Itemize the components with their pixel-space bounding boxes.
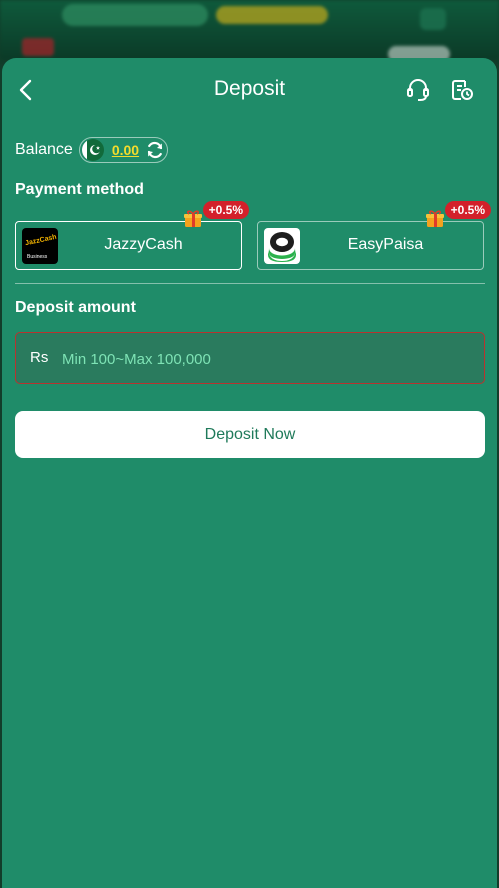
jazzcash-logo: JazzCash Business [22, 228, 58, 264]
bonus-badge: +0.5% [444, 201, 491, 219]
payment-method-name: JazzyCash [104, 236, 183, 253]
currency-label: Rs [30, 349, 49, 366]
deposit-history-button[interactable] [449, 77, 475, 103]
gift-icon [184, 210, 202, 227]
background-app-header [0, 0, 499, 62]
sheet-header: Deposit [2, 58, 497, 122]
payment-method-easypaisa[interactable]: EasyPaisa +0.5% [257, 201, 491, 270]
deposit-amount-input[interactable] [60, 343, 474, 375]
gift-icon [426, 210, 444, 227]
balance-pill: 0.00 [78, 137, 169, 163]
balance-row: Balance 0.00 [15, 137, 169, 163]
bonus-badge: +0.5% [202, 201, 249, 219]
deposit-amount-title: Deposit amount [15, 299, 136, 316]
customer-support-button[interactable] [405, 77, 431, 103]
history-icon [452, 80, 473, 100]
refresh-balance-button[interactable] [145, 140, 165, 160]
balance-label: Balance [15, 141, 73, 158]
deposit-amount-field: Rs [15, 332, 485, 384]
divider [15, 283, 485, 284]
deposit-now-button[interactable]: Deposit Now [15, 411, 485, 458]
easypaisa-logo [264, 228, 300, 264]
balance-value: 0.00 [111, 142, 140, 158]
pakistan-flag-icon [81, 139, 104, 161]
payment-method-name: EasyPaisa [347, 236, 424, 253]
headset-icon [407, 79, 429, 101]
payment-method-title: Payment method [15, 181, 144, 198]
deposit-sheet: Deposit Balance 0.00 Payment method Jazz… [2, 58, 497, 888]
payment-method-jazzycash[interactable]: JazzCash Business JazzyCash +0.5% [15, 201, 249, 270]
refresh-icon [147, 141, 163, 159]
